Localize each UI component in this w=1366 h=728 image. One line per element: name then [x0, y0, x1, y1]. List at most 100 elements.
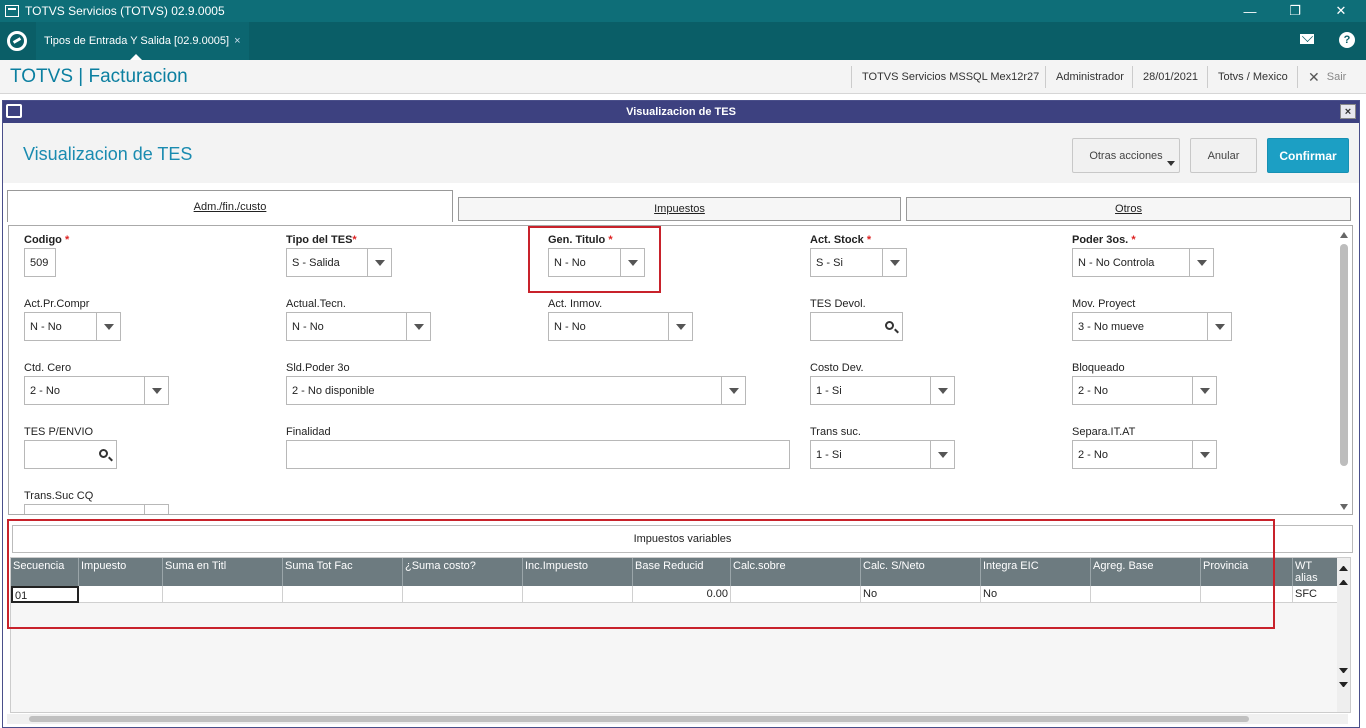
codigo-label: Codigo *: [24, 234, 70, 246]
close-window-icon[interactable]: ✕: [1318, 0, 1364, 22]
tab-impuestos[interactable]: Impuestos: [458, 197, 901, 221]
tab-close-icon[interactable]: ×: [234, 35, 240, 47]
highlight-gen-titulo: [528, 226, 661, 293]
separa-it-at-label: Separa.IT.AT: [1072, 426, 1136, 438]
scroll-up-icon[interactable]: [1339, 576, 1348, 585]
tab-tipos-entrada-salida[interactable]: Tipos de Entrada Y Salida [02.9.0005] ×: [36, 22, 249, 60]
highlight-impuestos-variables: [7, 519, 1275, 629]
window-title: TOTVS Servicios (TOTVS) 02.9.0005: [25, 4, 225, 18]
visualizacion-tes-dialog: Visualizacion de TES × Visualizacion de …: [2, 100, 1360, 728]
act-stock-select[interactable]: S - Si: [810, 248, 907, 277]
bloqueado-select[interactable]: 2 - No: [1072, 376, 1217, 405]
chevron-down-icon: [1207, 313, 1231, 340]
environment-info[interactable]: TOTVS Servicios MSSQL Mex12r27: [851, 66, 1049, 88]
codigo-field[interactable]: 509: [24, 248, 56, 277]
tab-label: Tipos de Entrada Y Salida [02.9.0005]: [44, 35, 230, 47]
chevron-down-icon: [721, 377, 745, 404]
finalidad-label: Finalidad: [286, 426, 331, 438]
act-pr-compr-select[interactable]: N - No: [24, 312, 121, 341]
sld-poder-3o-label: Sld.Poder 3o: [286, 362, 350, 374]
trans-suc-cq-select[interactable]: [24, 504, 169, 514]
actual-tecn-label: Actual.Tecn.: [286, 298, 346, 310]
act-stock-label: Act. Stock *: [810, 234, 872, 246]
search-icon[interactable]: [885, 321, 894, 330]
tipo-tes-label: Tipo del TES*: [286, 234, 357, 246]
scroll-up-icon[interactable]: [1340, 232, 1348, 238]
chevron-down-icon: [930, 377, 954, 404]
sld-poder-3o-select[interactable]: 2 - No disponible: [286, 376, 746, 405]
poder-3os-select[interactable]: N - No Controla: [1072, 248, 1214, 277]
tes-penvio-field[interactable]: [24, 440, 117, 469]
chevron-down-icon: [668, 313, 692, 340]
form-scrollbar[interactable]: [1338, 228, 1350, 514]
dialog-close-icon[interactable]: ×: [1340, 104, 1356, 119]
dialog-icon: [6, 104, 22, 118]
act-pr-compr-label: Act.Pr.Compr: [24, 298, 90, 310]
scroll-thumb[interactable]: [29, 716, 1249, 722]
scroll-bottom-icon[interactable]: [1339, 682, 1348, 691]
poder-3os-label: Poder 3os. *: [1072, 234, 1136, 246]
trans-suc-select[interactable]: 1 - Si: [810, 440, 955, 469]
chevron-down-icon: [882, 249, 906, 276]
table-cell-wt-alias[interactable]: SFC: [1293, 586, 1339, 603]
chevron-down-icon: [144, 377, 168, 404]
page-header: Visualizacion de TES Otras acciones Anul…: [3, 123, 1359, 183]
company-info[interactable]: Totvs / Mexico: [1207, 66, 1298, 88]
chevron-down-icon: [1192, 377, 1216, 404]
ctd-cero-label: Ctd. Cero: [24, 362, 72, 374]
search-icon[interactable]: [99, 449, 108, 458]
chevron-down-icon: [367, 249, 391, 276]
scroll-top-icon[interactable]: [1339, 562, 1348, 571]
dialog-title-bar: Visualizacion de TES ×: [3, 101, 1359, 123]
app-header: TOTVS | Facturacion TOTVS Servicios MSSQ…: [0, 60, 1366, 94]
actual-tecn-select[interactable]: N - No: [286, 312, 431, 341]
tab-adm-fin-custo[interactable]: Adm./fin./custo: [7, 190, 453, 222]
trans-suc-label: Trans suc.: [810, 426, 861, 438]
dialog-title: Visualizacion de TES: [626, 106, 736, 118]
chevron-down-icon: [1192, 441, 1216, 468]
chevron-down-icon: [1167, 161, 1175, 166]
chevron-down-icon: [406, 313, 430, 340]
grid-scrollbar[interactable]: [1337, 558, 1350, 712]
app-title: TOTVS | Facturacion: [10, 66, 188, 87]
chevron-down-icon: [930, 441, 954, 468]
horizontal-scrollbar[interactable]: [7, 714, 1348, 724]
bloqueado-label: Bloqueado: [1072, 362, 1125, 374]
costo-dev-select[interactable]: 1 - Si: [810, 376, 955, 405]
chevron-down-icon: [96, 313, 120, 340]
finalidad-field[interactable]: [286, 440, 790, 469]
scroll-down-icon[interactable]: [1340, 504, 1348, 510]
act-inmov-select[interactable]: N - No: [548, 312, 693, 341]
program-tab-bar: Tipos de Entrada Y Salida [02.9.0005] × …: [0, 22, 1366, 60]
scroll-thumb[interactable]: [1340, 244, 1348, 466]
totvs-logo-icon[interactable]: [7, 31, 27, 51]
chevron-down-icon: [144, 505, 168, 514]
help-icon[interactable]: ?: [1339, 32, 1355, 48]
scroll-down-icon[interactable]: [1339, 668, 1348, 677]
user-info[interactable]: Administrador: [1045, 66, 1134, 88]
tab-otros[interactable]: Otros: [906, 197, 1351, 221]
ctd-cero-select[interactable]: 2 - No: [24, 376, 169, 405]
confirm-button[interactable]: Confirmar: [1267, 138, 1349, 173]
costo-dev-label: Costo Dev.: [810, 362, 864, 374]
cancel-button[interactable]: Anular: [1190, 138, 1257, 173]
window-title-bar: TOTVS Servicios (TOTVS) 02.9.0005 — ❐ ✕: [0, 0, 1366, 22]
exit-icon: ✕: [1308, 68, 1320, 85]
column-header[interactable]: WT alias: [1293, 558, 1339, 586]
tipo-tes-select[interactable]: S - Salida: [286, 248, 392, 277]
trans-suc-cq-label: Trans.Suc CQ: [24, 490, 94, 502]
chevron-down-icon: [1189, 249, 1213, 276]
tes-devol-field[interactable]: [810, 312, 903, 341]
tes-devol-label: TES Devol.: [810, 298, 866, 310]
mov-proyect-select[interactable]: 3 - No mueve: [1072, 312, 1232, 341]
other-actions-button[interactable]: Otras acciones: [1072, 138, 1180, 173]
mov-proyect-label: Mov. Proyect: [1072, 298, 1136, 310]
mail-icon[interactable]: [1300, 34, 1314, 44]
minimize-icon[interactable]: —: [1227, 0, 1273, 22]
exit-label: Sair: [1326, 71, 1347, 83]
act-inmov-label: Act. Inmov.: [548, 298, 603, 310]
date-info[interactable]: 28/01/2021: [1132, 66, 1208, 88]
exit-button[interactable]: ✕ Sair: [1297, 66, 1357, 88]
separa-it-at-select[interactable]: 2 - No: [1072, 440, 1217, 469]
restore-icon[interactable]: ❐: [1272, 0, 1318, 22]
